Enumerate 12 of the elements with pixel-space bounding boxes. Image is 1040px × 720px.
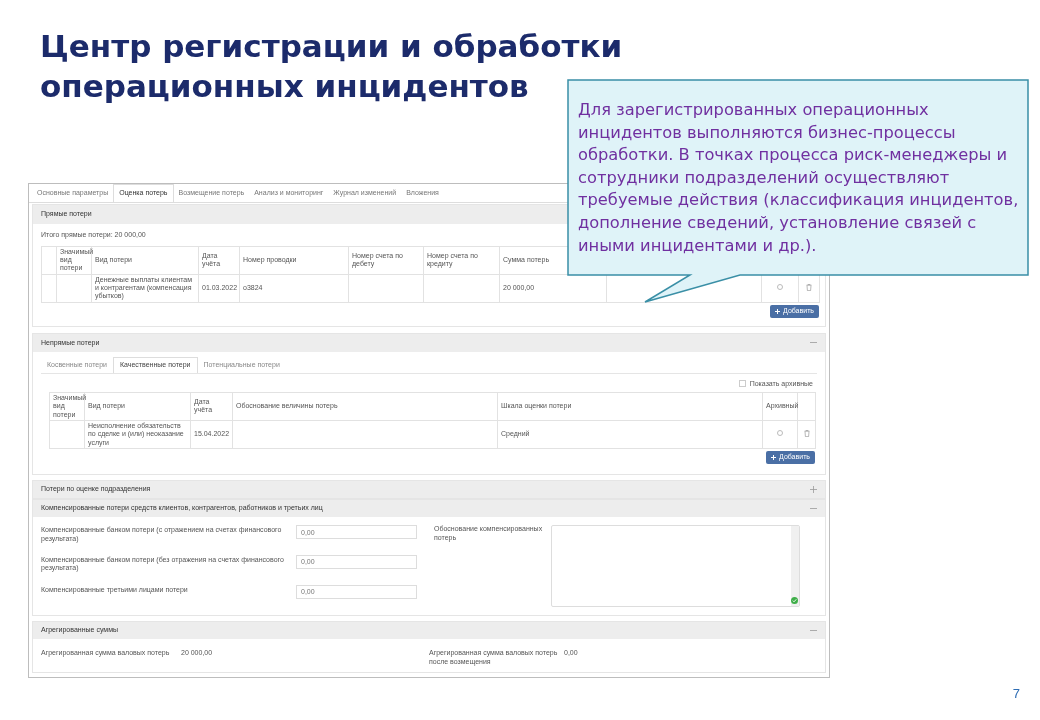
trash-icon[interactable] xyxy=(803,429,810,437)
page-number: 7 xyxy=(1012,685,1020,703)
trash-icon[interactable] xyxy=(806,283,812,291)
text-area[interactable] xyxy=(551,525,800,608)
checkbox[interactable] xyxy=(738,380,746,388)
plus-icon xyxy=(771,455,777,461)
scrollbar[interactable] xyxy=(791,526,799,607)
plus-icon xyxy=(775,308,781,314)
expand-icon[interactable] xyxy=(810,486,817,494)
check-icon xyxy=(791,597,798,605)
radio-button[interactable] xyxy=(777,430,783,437)
radio-button[interactable] xyxy=(777,284,783,291)
